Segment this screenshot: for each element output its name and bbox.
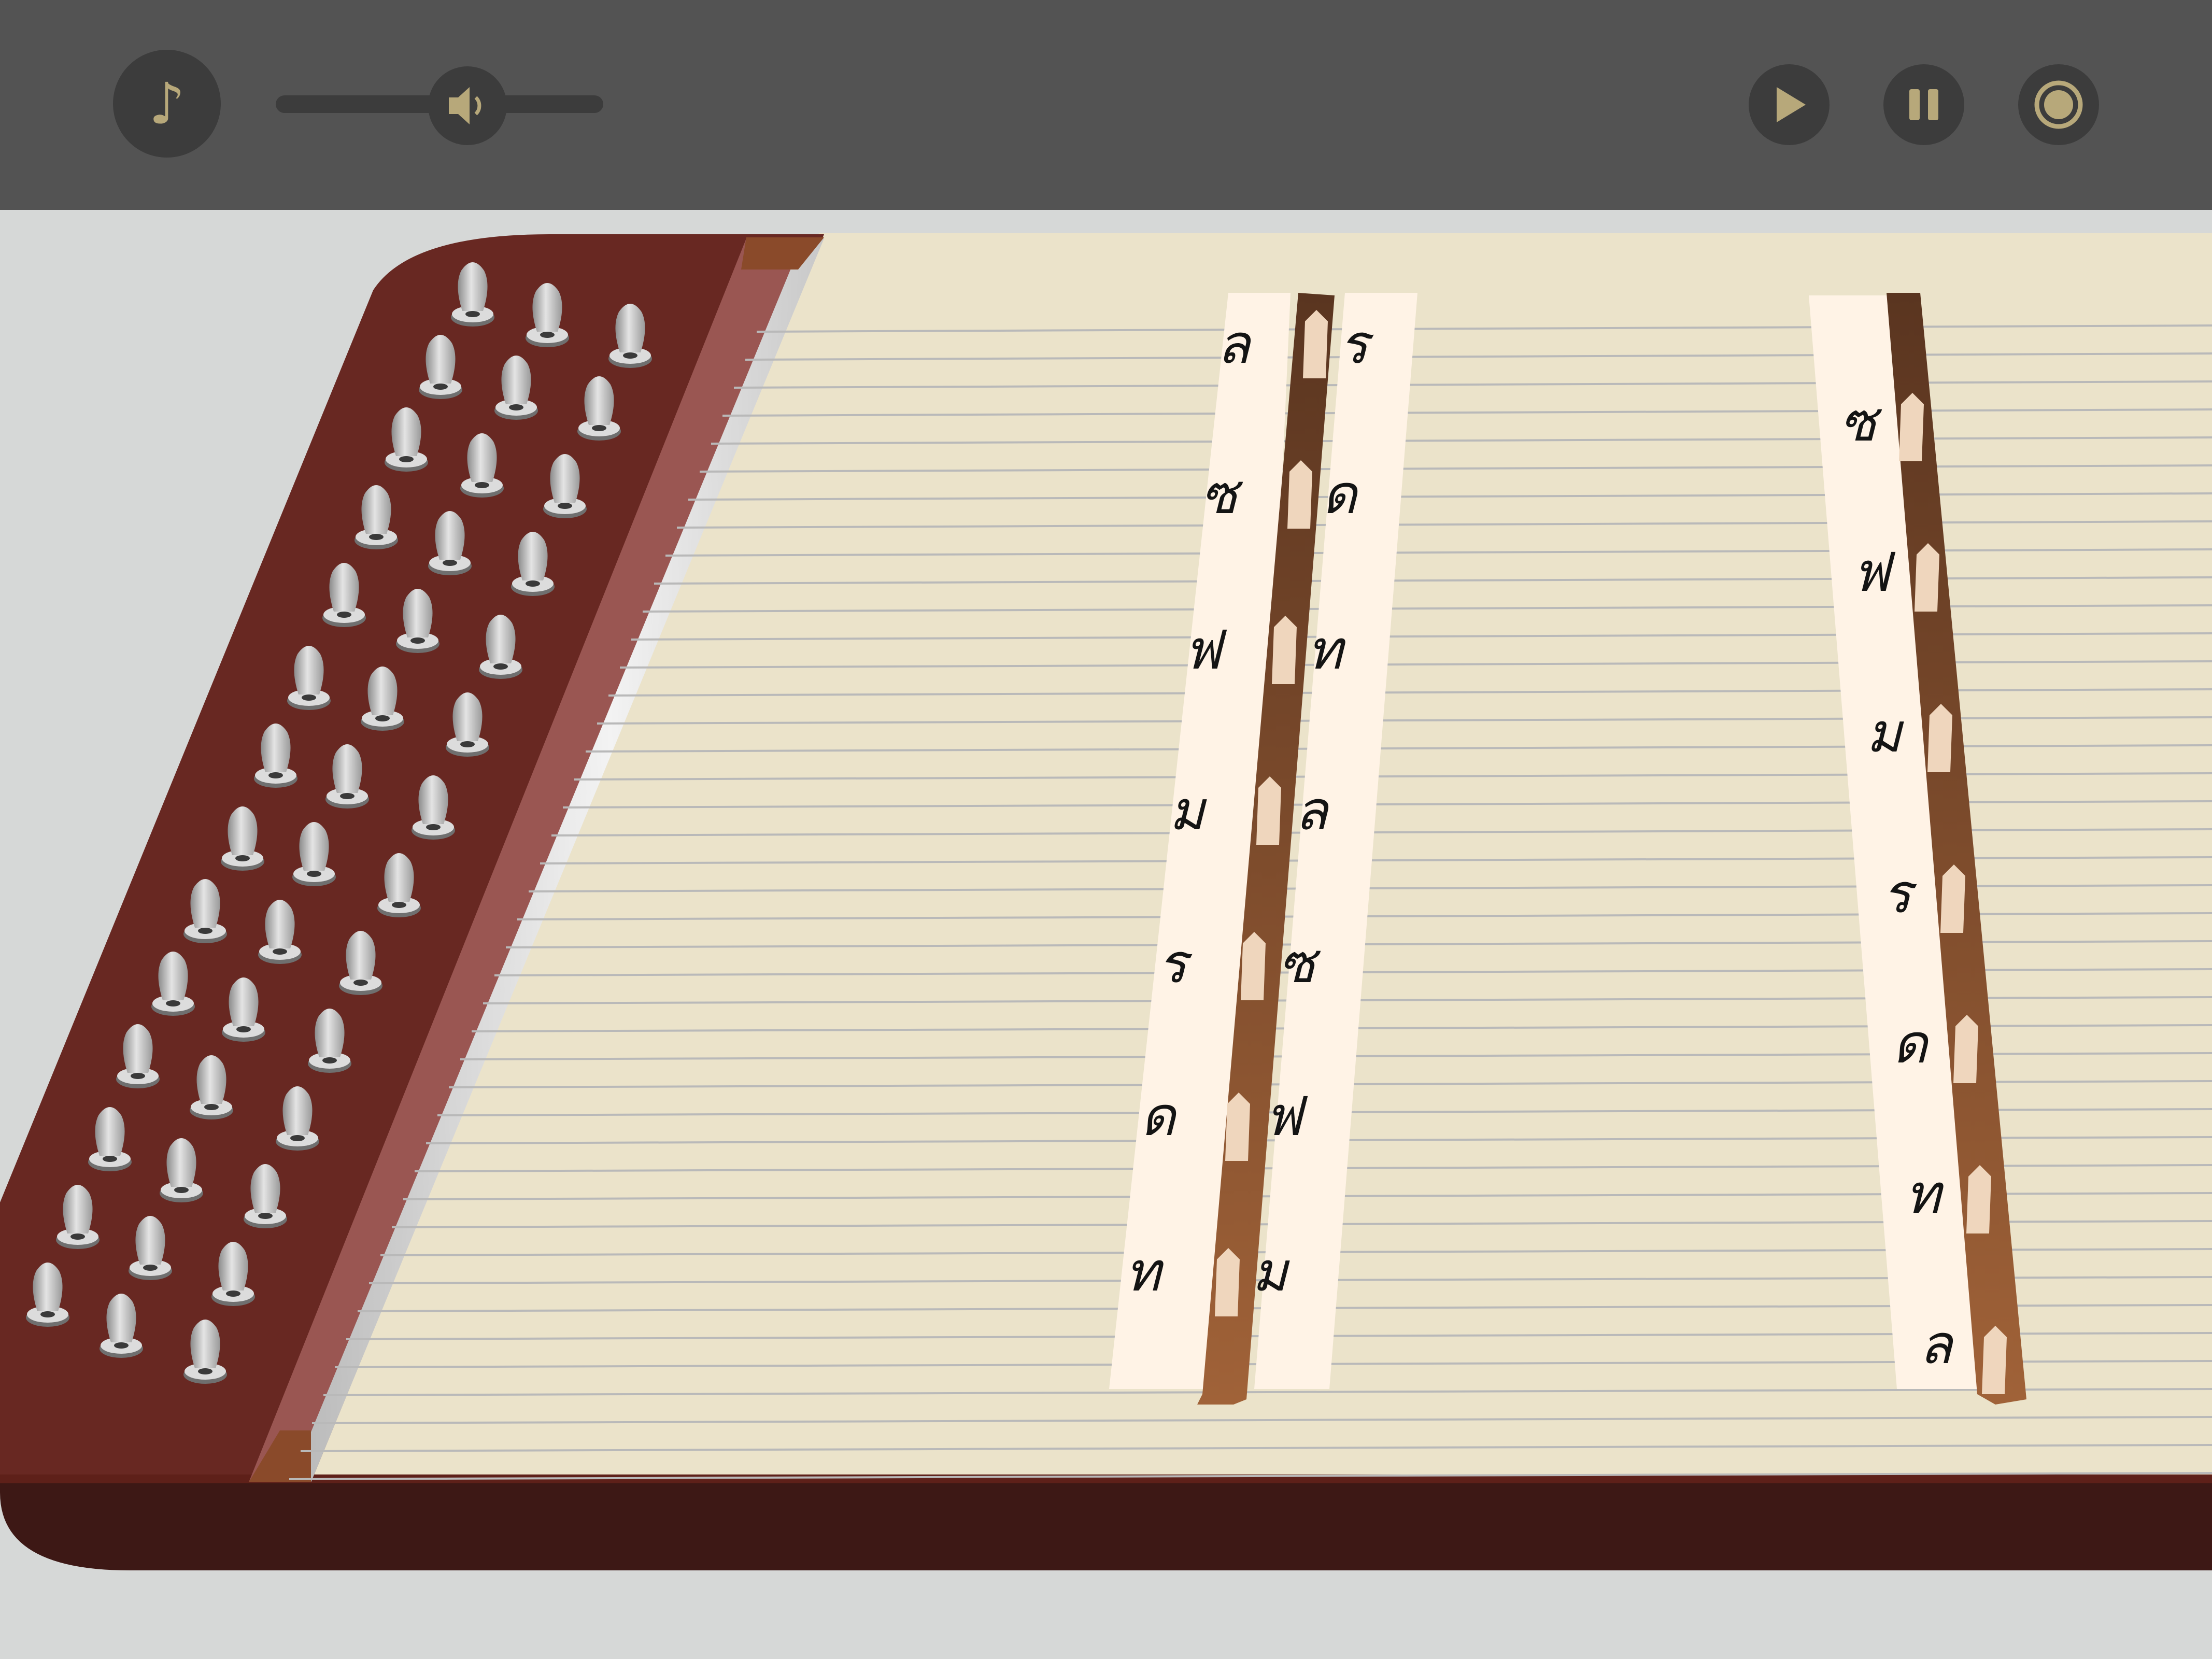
note-label: ม: [1169, 779, 1207, 842]
note-label: ฟ: [1852, 541, 1896, 604]
note-label: ท: [1307, 618, 1346, 682]
saddle: [1287, 460, 1312, 529]
saddle: [1899, 393, 1924, 461]
note-label: ฟ: [1183, 618, 1227, 682]
saddle: [1256, 776, 1281, 845]
khim-instrument[interactable]: ลซฟมรดทรดทลซฟม ซฟมรดทล: [0, 0, 2212, 1659]
saddle: [1215, 1248, 1240, 1316]
note-label: ม: [1252, 1240, 1290, 1303]
note-label: ฟ: [1264, 1085, 1308, 1148]
note-label: ซ: [1201, 463, 1243, 526]
note-label: ล: [1295, 779, 1330, 842]
saddle: [1982, 1326, 2007, 1394]
saddle: [1927, 704, 1952, 772]
note-label: ด: [1322, 463, 1359, 526]
note-label: ม: [1866, 701, 1904, 764]
note-label: ท: [1905, 1162, 1945, 1226]
saddle: [1303, 310, 1328, 378]
note-label: ด: [1140, 1085, 1178, 1148]
note-label: ล: [1217, 313, 1252, 376]
note-label: ด: [1892, 1012, 1930, 1075]
saddle: [1940, 864, 1965, 933]
saddle: [1225, 1093, 1250, 1161]
note-label: ซ: [1840, 390, 1882, 453]
note-label: ท: [1125, 1240, 1165, 1303]
note-label: ล: [1919, 1313, 1954, 1376]
saddle: [1953, 1015, 1978, 1083]
body-side: [0, 1477, 2212, 1570]
saddle: [1241, 932, 1266, 1000]
saddle: [1272, 616, 1297, 684]
saddle: [1915, 543, 1939, 612]
note-label: ซ: [1279, 932, 1321, 995]
saddle: [1966, 1165, 1991, 1233]
